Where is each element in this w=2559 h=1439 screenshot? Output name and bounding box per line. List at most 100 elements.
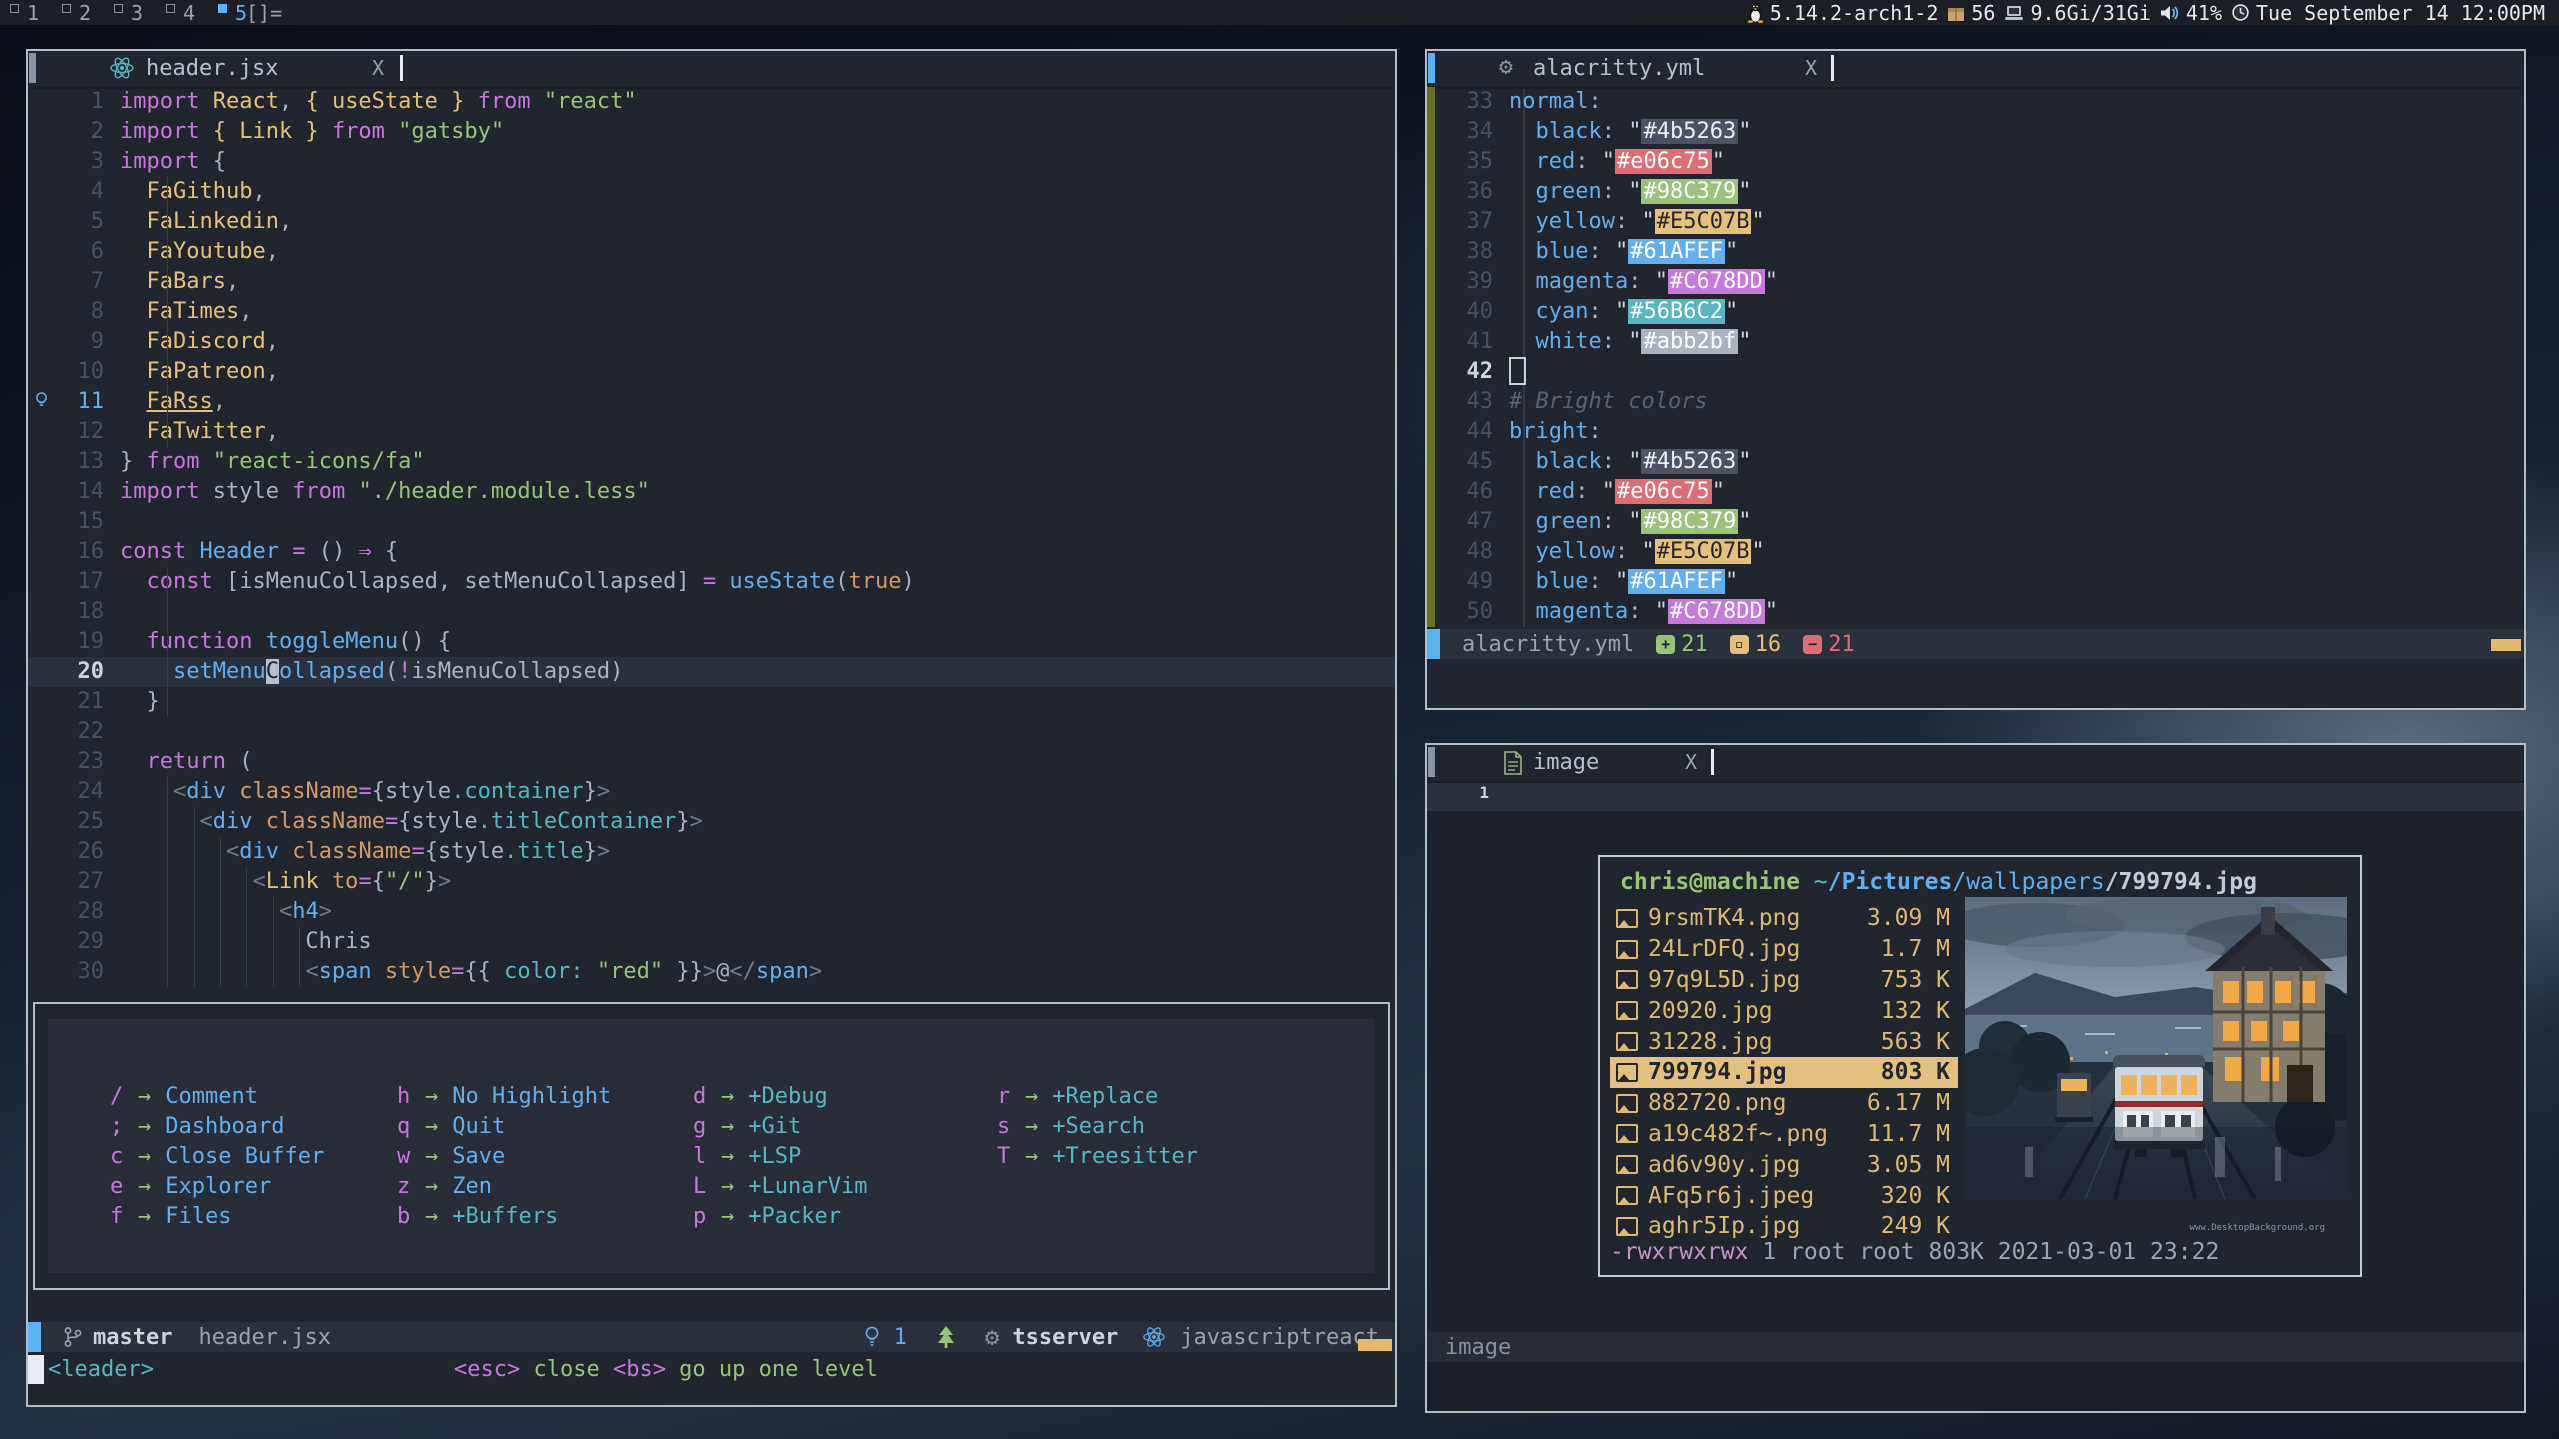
syntax-segment: toggleMenu	[266, 629, 398, 654]
file-row[interactable]: 97q9L5D.jpg753 K	[1610, 965, 1958, 996]
whichkey-binding-/[interactable]: /→Comment	[110, 1081, 324, 1111]
file-row[interactable]: a19c482f~.png11.7 M	[1610, 1119, 1958, 1150]
line-number: 49	[1427, 567, 1493, 597]
tab-header-jsx[interactable]: header.jsx	[146, 51, 278, 85]
whichkey-binding-e[interactable]: e→Explorer	[110, 1171, 324, 1201]
file-row[interactable]: ad6v90y.jpg3.05 M	[1610, 1149, 1958, 1180]
whichkey-binding-s[interactable]: s→+Search	[997, 1111, 1198, 1141]
whichkey-binding-p[interactable]: p→+Packer	[693, 1201, 867, 1231]
file-row[interactable]: aghr5Ip.jpg249 K	[1610, 1211, 1958, 1242]
code-text: magenta: "#C678DD"	[1493, 267, 1778, 297]
whichkey-binding-h[interactable]: h→No Highlight	[397, 1081, 611, 1111]
syntax-segment	[1509, 449, 1536, 474]
file-row[interactable]: 24LrDFQ.jpg1.7 M	[1610, 934, 1958, 965]
syntax-segment: :	[1602, 119, 1629, 144]
file-row[interactable]: 20920.jpg132 K	[1610, 995, 1958, 1026]
syntax-segment: <	[305, 959, 318, 984]
workspace-2[interactable]: 2	[62, 0, 104, 25]
whichkey-binding-c[interactable]: c→Close Buffer	[110, 1141, 324, 1171]
syntax-segment: div	[239, 839, 279, 864]
code-buffer-left[interactable]: 1import React, { useState } from "react"…	[28, 87, 1395, 987]
memory-stat: 9.6Gi/31Gi	[2004, 1, 2150, 25]
whichkey-binding-;[interactable]: ;→Dashboard	[110, 1111, 324, 1141]
workspace-4[interactable]: 4	[166, 0, 208, 25]
tab-alacritty-yml[interactable]: alacritty.yml	[1533, 51, 1705, 85]
syntax-segment	[1509, 479, 1536, 504]
line-number: 1	[28, 87, 104, 117]
code-line-3: 3import {	[28, 147, 1395, 177]
whichkey-binding-d[interactable]: d→+Debug	[693, 1081, 867, 1111]
syntax-segment: FaTwitter	[147, 419, 266, 444]
syntax-segment: "/"	[385, 869, 425, 894]
image-line-1[interactable]: 1	[1427, 783, 2524, 813]
file-row-selected[interactable]: 799794.jpg803 K	[1610, 1057, 1958, 1088]
line-number: 25	[28, 807, 104, 837]
whichkey-popup: /→Comment;→Dashboardc→Close Buffere→Expl…	[33, 1002, 1390, 1290]
code-text: import style from "./header.module.less"	[104, 477, 650, 507]
git-branch-name[interactable]: master	[93, 1325, 172, 1350]
tab-close-button[interactable]: X	[1685, 745, 1697, 779]
binding-key: g	[693, 1114, 711, 1139]
whichkey-binding-g[interactable]: g→+Git	[693, 1111, 867, 1141]
syntax-segment: isMenuCollapsed)	[411, 659, 623, 684]
syntax-segment: "	[1615, 239, 1628, 264]
whichkey-binding-w[interactable]: w→Save	[397, 1141, 611, 1171]
code-text: const Header = () ⇒ {	[104, 537, 398, 567]
file-row[interactable]: 31228.jpg563 K	[1610, 1026, 1958, 1057]
syntax-segment: white	[1536, 329, 1602, 354]
yaml-gear-icon: ⚙	[1499, 54, 1513, 80]
code-text: yellow: "#E5C07B"	[1493, 537, 1765, 567]
clock-text: Tue September 14 12:00PM	[2256, 1, 2545, 25]
line-number: 50	[1427, 597, 1493, 627]
left-cmdline[interactable]: <leader> <esc> close <bs> go up one leve…	[28, 1352, 1395, 1386]
syntax-segment: "	[1641, 539, 1654, 564]
syntax-segment	[120, 629, 147, 654]
binding-label: +LSP	[748, 1144, 801, 1169]
image-file-icon	[1616, 970, 1638, 989]
syntax-segment	[584, 959, 597, 984]
whichkey-binding-l[interactable]: l→+LSP	[693, 1141, 867, 1171]
syntax-segment: >	[703, 959, 716, 984]
syntax-segment: black	[1536, 449, 1602, 474]
code-line-9: 9 FaDiscord,	[28, 327, 1395, 357]
whichkey-binding-q[interactable]: q→Quit	[397, 1111, 611, 1141]
scroll-progress-indicator	[2491, 639, 2521, 651]
file-row[interactable]: AFq5r6j.jpeg320 K	[1610, 1180, 1958, 1211]
window-header-jsx: header.jsx X 1import React, { useState }…	[26, 49, 1397, 1407]
line-number: 8	[28, 297, 104, 327]
whichkey-binding-L[interactable]: L→+LunarVim	[693, 1171, 867, 1201]
syntax-segment: :	[1588, 299, 1615, 324]
line-number: 21	[28, 687, 104, 717]
code-buffer-alacritty[interactable]: 33normal:34 black: "#4b5263"35 red: "#e0…	[1427, 87, 2524, 627]
color-chip: #98C379	[1641, 509, 1738, 534]
whichkey-binding-r[interactable]: r→+Replace	[997, 1081, 1198, 1111]
file-row[interactable]: 9rsmTK4.png3.09 M	[1610, 903, 1958, 934]
syntax-segment	[1509, 299, 1536, 324]
workspace-1[interactable]: 1	[10, 0, 52, 25]
file-row[interactable]: 882720.png6.17 M	[1610, 1088, 1958, 1119]
whichkey-binding-f[interactable]: f→Files	[110, 1201, 324, 1231]
whichkey-binding-b[interactable]: b→+Buffers	[397, 1201, 611, 1231]
hint-description: go up one level	[666, 1357, 878, 1382]
line-number: 42	[1427, 357, 1493, 387]
whichkey-binding-z[interactable]: z→Zen	[397, 1171, 611, 1201]
workspace-indicator	[114, 4, 123, 13]
tab-image[interactable]: image	[1533, 745, 1599, 779]
tab-close-button[interactable]: X	[1805, 51, 1817, 85]
arrow-icon: →	[425, 1174, 438, 1199]
image-file-icon	[1616, 1155, 1638, 1174]
diagnostic-count[interactable]: 1	[894, 1325, 907, 1350]
layout-symbol[interactable]: []=	[246, 0, 282, 25]
color-chip: #abb2bf	[1641, 329, 1738, 354]
syntax-segment: "	[1751, 209, 1764, 234]
kernel-stat: 5.14.2-arch1-2	[1747, 1, 1939, 25]
arrow-icon: →	[721, 1204, 734, 1229]
syntax-segment: FaPatreon	[147, 359, 266, 384]
code-text: function toggleMenu() {	[104, 627, 451, 657]
syntax-segment: =	[358, 779, 371, 804]
tab-close-button[interactable]: X	[372, 51, 384, 85]
whichkey-binding-T[interactable]: T→+Treesitter	[997, 1141, 1198, 1171]
workspace-3[interactable]: 3	[114, 0, 156, 25]
line-number: 30	[28, 957, 104, 987]
color-chip: #98C379	[1641, 179, 1738, 204]
